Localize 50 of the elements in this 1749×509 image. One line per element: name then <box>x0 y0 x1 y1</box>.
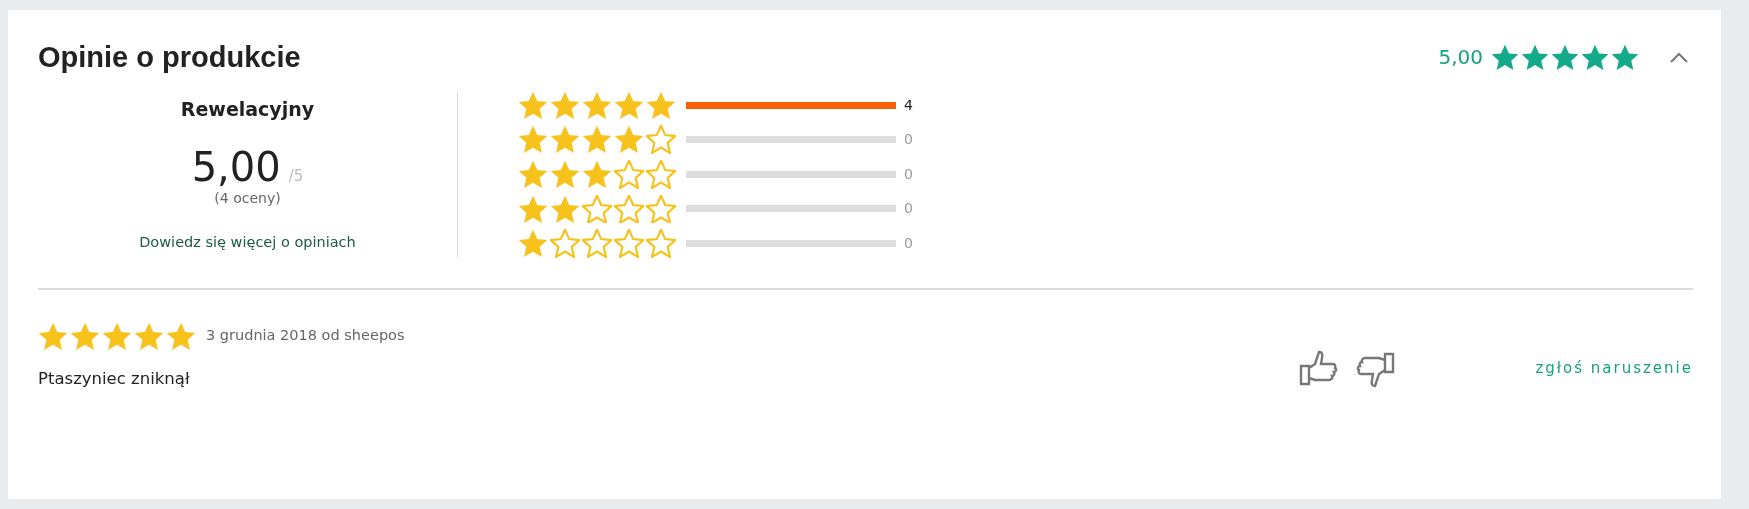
empty-star-icon <box>646 194 676 224</box>
filled-star-icon <box>1521 44 1549 71</box>
filled-star-icon <box>166 321 196 351</box>
empty-star-icon <box>614 229 644 258</box>
filled-star-icon <box>518 125 548 155</box>
filled-star-icon <box>1491 44 1519 71</box>
score-scale: /5 <box>288 166 304 188</box>
filled-star-icon <box>38 321 68 351</box>
filled-star-icon <box>102 321 132 351</box>
section-title: Opinie o produkcie <box>38 40 301 75</box>
filled-star-icon <box>582 90 612 120</box>
learn-more-link[interactable]: Dowiedz się więcej o opiniach <box>139 232 356 254</box>
filled-star-icon <box>550 194 580 224</box>
filled-star-icon <box>550 160 580 189</box>
filled-star-icon <box>134 321 164 351</box>
thumbs-up-icon[interactable] <box>1299 349 1340 388</box>
filled-star-icon <box>518 90 548 120</box>
empty-star-icon <box>614 194 644 224</box>
empty-star-icon <box>614 160 644 189</box>
filled-star-icon <box>518 229 548 258</box>
filled-star-icon <box>70 321 100 351</box>
filled-star-icon <box>550 90 580 120</box>
review-text: Ptaszyniec zniknął <box>38 367 191 390</box>
empty-star-icon <box>582 194 612 224</box>
filled-star-icon <box>518 194 548 224</box>
empty-star-icon <box>646 160 676 189</box>
filled-star-icon <box>582 125 612 155</box>
filled-star-icon <box>1551 44 1579 71</box>
rating-count: 0 <box>904 130 914 150</box>
filled-star-icon <box>1611 44 1639 71</box>
filled-star-icon <box>1581 44 1609 71</box>
rating-count: 0 <box>904 164 914 184</box>
average-rating: 5,00 <box>1438 44 1483 72</box>
rating-verdict: Rewelacyjny <box>180 96 315 122</box>
review-meta: 3 grudnia 2018 od sheepos <box>206 326 405 346</box>
rating-count: 0 <box>904 199 914 219</box>
filled-star-icon <box>518 160 548 189</box>
filled-star-icon <box>614 125 644 155</box>
empty-star-icon <box>646 229 676 258</box>
empty-star-icon <box>582 229 612 258</box>
filled-star-icon <box>646 90 676 120</box>
filled-star-icon <box>614 90 644 120</box>
rating-count: 0 <box>904 234 914 254</box>
rating-count: (4 oceny) <box>214 188 281 208</box>
empty-star-icon <box>646 125 676 155</box>
filled-star-icon <box>582 160 612 189</box>
rating-count: 4 <box>904 95 914 115</box>
filled-star-icon <box>550 125 580 155</box>
average-score: 5,00 <box>191 147 281 188</box>
empty-star-icon <box>550 229 580 258</box>
